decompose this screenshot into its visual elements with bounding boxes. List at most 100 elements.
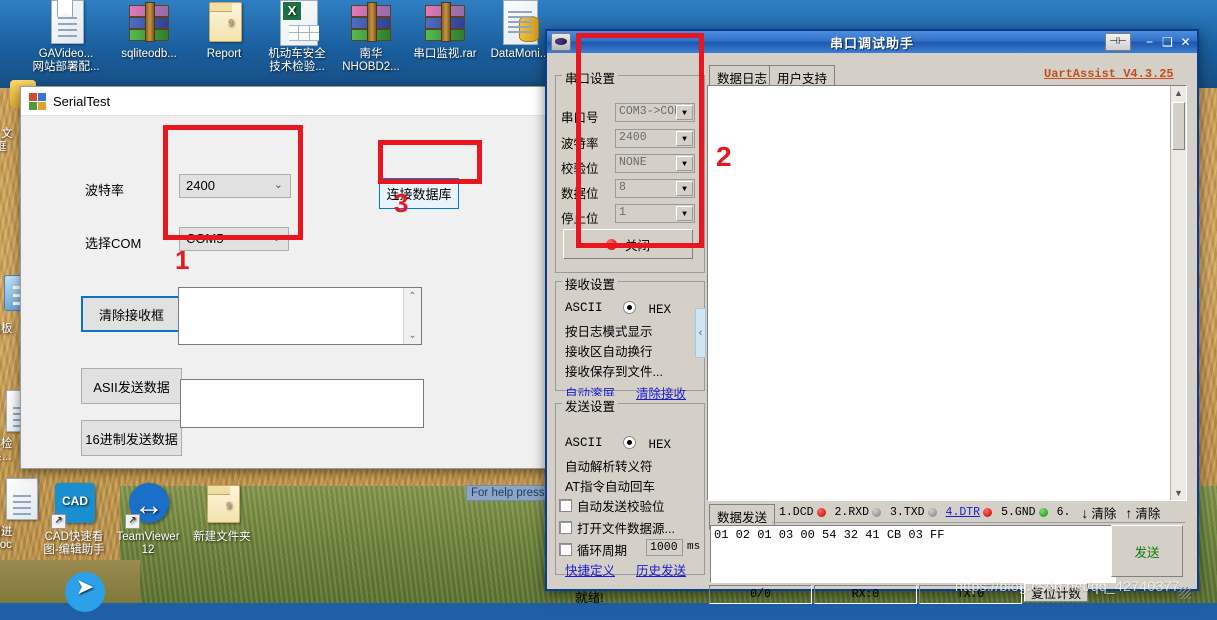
desktop-icon-new-folder[interactable]: 新建文件夹: [178, 483, 266, 544]
radio-selected-icon[interactable]: [623, 301, 636, 314]
send-ascii-label[interactable]: ASCII: [565, 436, 603, 450]
checkbox-open-file-source[interactable]: 打开文件数据源...: [559, 518, 675, 537]
receive-option-save-file[interactable]: 接收保存到文件...: [565, 361, 663, 380]
scroll-up-icon[interactable]: ⌃: [404, 288, 421, 305]
annotation-box-1: [163, 125, 303, 240]
ascii-send-label: ASII发送数据: [93, 379, 170, 395]
checkbox-icon[interactable]: [559, 521, 572, 534]
panel-collapse-handle[interactable]: ‹: [695, 308, 706, 358]
led-red-icon: [816, 508, 826, 517]
desktop-icon-label: 新建文件夹: [193, 531, 251, 543]
clear-down-label: 清除: [1091, 507, 1117, 521]
hex-send-button[interactable]: 16进制发送数据: [81, 420, 182, 456]
clear-send-counter[interactable]: ↑ 清除: [1125, 503, 1160, 522]
log-scrollbar[interactable]: ▲ ▼: [1170, 86, 1186, 500]
ready-status: ☞ 就绪!: [559, 587, 604, 606]
loop-period-label: 循环周期: [577, 544, 628, 558]
checkbox-loop-period[interactable]: 循环周期: [559, 540, 627, 559]
clear-receive-counter[interactable]: ↓ 清除: [1081, 503, 1116, 522]
close-icon[interactable]: ✕: [1178, 35, 1193, 50]
chevron-left-icon: ‹: [698, 327, 703, 339]
resize-grip-icon[interactable]: [1179, 587, 1191, 599]
window-controls: ⊣⊢ − ❑ ✕: [1105, 33, 1197, 51]
clear-receive-link[interactable]: 清除接收: [636, 383, 686, 402]
send-payload-value: 01 02 01 03 00 54 32 41 CB 03 FF: [714, 528, 945, 542]
clear-receive-box-button[interactable]: 清除接收框: [81, 296, 182, 332]
scroll-down-icon[interactable]: ▼: [1171, 486, 1186, 500]
send-payload-input[interactable]: 01 02 01 03 00 54 32 41 CB 03 FF: [710, 525, 1116, 583]
history-send-link[interactable]: 历史发送: [636, 560, 686, 579]
send-settings-caption: 发送设置: [562, 396, 619, 415]
receive-settings-caption: 接收设置: [562, 274, 619, 293]
annotation-box-3: [378, 140, 482, 184]
receive-hex-option[interactable]: HEX: [623, 301, 671, 317]
clear-receive-box-label: 清除接收框: [98, 307, 164, 323]
app-icon: [29, 92, 46, 110]
desktop-icon-telegram[interactable]: [40, 572, 128, 620]
loop-period-input[interactable]: 1000: [646, 539, 683, 556]
checkbox-icon[interactable]: [559, 543, 572, 556]
document-icon: [0, 478, 38, 524]
select-com-label: 选择COM: [85, 236, 142, 251]
receive-scrollbar[interactable]: ⌃ ⌄: [403, 288, 421, 344]
maximize-icon[interactable]: ❑: [1160, 35, 1175, 50]
clear-up-label: 清除: [1135, 507, 1161, 521]
receive-ascii-label[interactable]: ASCII: [565, 301, 603, 315]
signal-dcd[interactable]: 1.DCD: [779, 506, 826, 519]
signal-dcd-label: 1.DCD: [779, 506, 814, 519]
signal-rxd-label: 2.RXD: [834, 506, 870, 519]
desktop-icon-gavideo[interactable]: GAVideo... 网站部署配...: [22, 0, 110, 74]
tab-data-log-label: 数据日志: [717, 72, 768, 86]
database-file-icon: [497, 0, 543, 46]
loop-period-value: 1000: [650, 541, 678, 554]
send-option-escape[interactable]: 自动解析转义符: [565, 456, 653, 475]
data-log-area[interactable]: ▲ ▼: [707, 85, 1187, 501]
signal-gnd[interactable]: 5.GND: [1001, 506, 1048, 519]
minimize-icon[interactable]: −: [1142, 35, 1157, 50]
baud-rate-label: 波特率: [85, 183, 125, 198]
tab-user-support-label: 用户支持: [777, 72, 828, 86]
quick-define-link[interactable]: 快捷定义: [565, 560, 615, 579]
signal-dtr[interactable]: 4.DTR: [946, 506, 993, 519]
scroll-down-icon[interactable]: ⌄: [404, 327, 421, 344]
tab-data-send-label: 数据发送: [717, 511, 768, 525]
checkbox-open-file-source-label: 打开文件数据源...: [577, 522, 675, 536]
pin-icon[interactable]: ⊣⊢: [1105, 33, 1131, 51]
annotation-box-2: [576, 33, 704, 248]
signal-six-label[interactable]: 6.: [1057, 506, 1071, 519]
ascii-send-button[interactable]: ASII发送数据: [81, 368, 182, 404]
arrow-down-icon: ↓: [1081, 504, 1089, 521]
send-hex-option[interactable]: HEX: [623, 436, 671, 452]
send-textarea[interactable]: [180, 379, 424, 428]
receive-option-auto-wrap[interactable]: 接收区自动换行: [565, 341, 653, 360]
send-option-at-cr[interactable]: AT指令自动回车: [565, 476, 655, 495]
document-icon: [43, 0, 89, 46]
cad-viewer-icon: ↗: [51, 483, 97, 529]
radio-selected-icon[interactable]: [623, 436, 636, 449]
signal-dtr-label: 4.DTR: [945, 506, 981, 519]
send-button-label: 发送: [1134, 545, 1160, 560]
annotation-number-3: 3: [394, 188, 409, 218]
receive-option-log-mode[interactable]: 按日志模式显示: [565, 321, 653, 340]
checkbox-auto-checksum[interactable]: 自动发送校验位: [559, 496, 665, 515]
signal-indicator-bar: 1.DCD 2.RXD 3.TXD 4.DTR 5.GND 6. ↓ 清除 ↑ …: [772, 503, 1185, 523]
hand-pointer-icon: ☞: [559, 590, 571, 604]
winrar-archive-icon: [126, 0, 172, 46]
scroll-up-icon[interactable]: ▲: [1171, 86, 1186, 100]
version-link[interactable]: UartAssist V4.3.25: [1044, 67, 1174, 81]
led-green-icon: [1038, 508, 1048, 517]
signal-rxd[interactable]: 2.RXD: [835, 506, 882, 519]
annotation-number-1: 1: [175, 245, 190, 275]
receive-textarea[interactable]: ⌃ ⌄: [178, 287, 422, 345]
annotation-number-2: 2: [716, 141, 732, 172]
hex-send-label: 16进制发送数据: [85, 431, 178, 447]
receive-hex-label: HEX: [648, 303, 672, 317]
ready-status-label: 就绪!: [575, 591, 604, 605]
signal-txd[interactable]: 3.TXD: [890, 506, 937, 519]
checkbox-icon[interactable]: [559, 499, 572, 512]
serialtest-titlebar[interactable]: SerialTest ✕: [21, 87, 577, 116]
loop-period-unit: ms: [687, 541, 701, 553]
help-tooltip: For help press: [466, 485, 550, 501]
send-button[interactable]: 发送: [1111, 525, 1183, 577]
scrollbar-thumb[interactable]: [1172, 102, 1185, 150]
